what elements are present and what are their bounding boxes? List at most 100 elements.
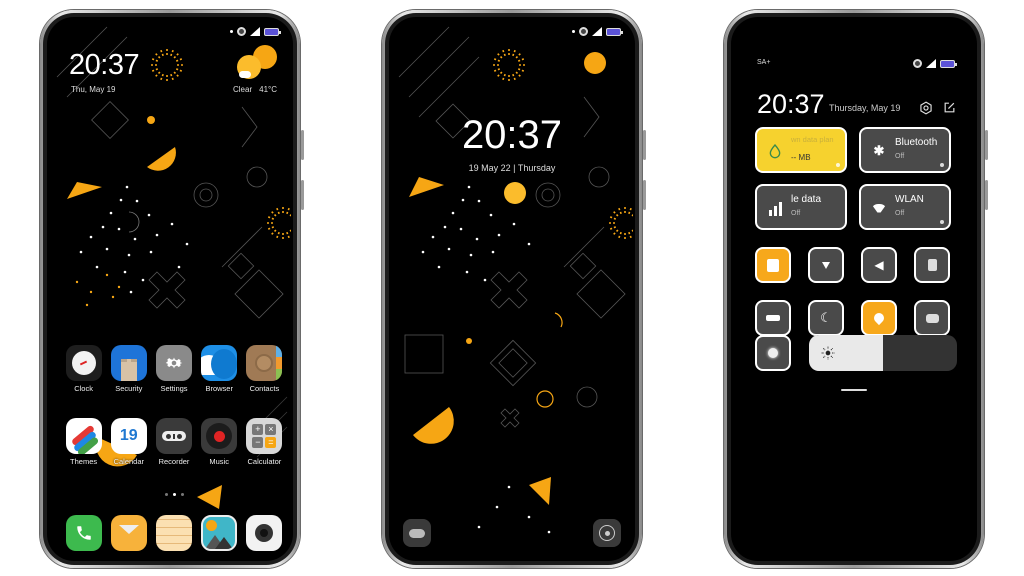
- flashlight-icon: [822, 261, 830, 269]
- screenshot-toggle[interactable]: [914, 247, 950, 283]
- envelope-icon: [110, 515, 147, 551]
- firework-burst: [492, 48, 526, 82]
- app-label: Clock: [74, 384, 93, 393]
- app-themes[interactable]: Themes: [61, 418, 106, 466]
- tile-subtitle: Off: [895, 210, 905, 217]
- status-bar: [572, 27, 623, 36]
- carrier-label: SA+: [757, 59, 771, 66]
- status-bar: [230, 27, 281, 36]
- page-dot-active[interactable]: [173, 493, 176, 496]
- camera-icon: [246, 515, 283, 551]
- app-label: Contacts: [249, 384, 280, 393]
- auto-brightness-toggle[interactable]: [755, 335, 791, 371]
- sound-toggle[interactable]: ◀: [861, 247, 897, 283]
- drag-handle[interactable]: [841, 389, 867, 391]
- gear-icon: [155, 345, 192, 381]
- power-button: [301, 180, 304, 210]
- bluetooth-icon: ✱: [873, 143, 885, 158]
- edit-icon[interactable]: [943, 101, 956, 114]
- camera-shortcut-button[interactable]: [593, 519, 621, 547]
- tile-title: le data: [791, 194, 822, 205]
- app-clock[interactable]: Clock: [61, 345, 106, 393]
- signal-icon: [592, 27, 602, 36]
- app-label: Calendar: [113, 457, 144, 466]
- dock-camera[interactable]: [242, 515, 287, 551]
- notification-dot: [230, 30, 233, 33]
- gallery-icon: [201, 515, 238, 551]
- bluetooth-tile[interactable]: ✱ Bluetooth Off: [859, 127, 951, 173]
- alarm-status-icon: [913, 59, 922, 68]
- app-label: Themes: [70, 457, 98, 466]
- volume-button: [985, 130, 988, 160]
- calendar-icon: 19: [110, 418, 147, 454]
- signal-icon: [250, 27, 260, 36]
- tile-title: WLAN: [895, 194, 924, 205]
- wallpaper: [398, 26, 633, 534]
- dock-notes[interactable]: [151, 515, 196, 551]
- dock-messages[interactable]: [106, 515, 151, 551]
- water-drop-icon: [769, 143, 781, 159]
- dark-mode-toggle[interactable]: ☾: [808, 300, 844, 336]
- app-security[interactable]: Security: [106, 345, 151, 393]
- vinyl-icon: [201, 418, 238, 454]
- airplane-mode-toggle[interactable]: [755, 300, 791, 336]
- weather-widget[interactable]: Clear 41°C: [233, 85, 277, 94]
- app-label: Browser: [205, 384, 233, 393]
- app-calculator[interactable]: + × − = Calculator: [242, 418, 287, 466]
- vibrate-toggle[interactable]: [755, 247, 791, 283]
- app-music[interactable]: Music: [197, 418, 242, 466]
- tile-expand-dot[interactable]: [940, 163, 944, 167]
- themes-icon: [65, 418, 102, 454]
- battery-icon: [940, 59, 957, 68]
- signal-bars-icon: [767, 200, 783, 216]
- location-toggle[interactable]: [861, 300, 897, 336]
- app-settings[interactable]: Settings: [151, 345, 196, 393]
- cc-clock: 20:37: [757, 89, 825, 119]
- clock-widget-time[interactable]: 20:37: [69, 49, 140, 82]
- wlan-tile[interactable]: WLAN Off: [859, 184, 951, 230]
- airplane-icon: [766, 315, 780, 321]
- app-calendar[interactable]: 19 Calendar: [106, 418, 151, 466]
- control-center: SA+ 20:37 Thursday, May 19 wn data plan …: [731, 17, 977, 561]
- app-label: Security: [115, 384, 143, 393]
- calculator-icon: + × − =: [246, 418, 283, 454]
- dock-gallery[interactable]: [197, 515, 242, 551]
- mobile-data-tile[interactable]: le data Off: [755, 184, 847, 230]
- clock-icon: [65, 345, 102, 381]
- sun-cloud-icon[interactable]: [237, 45, 277, 83]
- page-dot[interactable]: [181, 493, 184, 496]
- app-contacts[interactable]: Contacts: [242, 345, 287, 393]
- home-screen: 20:37 Thu, May 19 Clear 41°C Clock Secur…: [47, 17, 293, 561]
- power-button: [985, 180, 988, 210]
- vibrate-icon: [767, 258, 779, 272]
- phone-control-center: SA+ 20:37 Thursday, May 19 wn data plan …: [724, 10, 988, 568]
- weather-shortcut-button[interactable]: [403, 519, 431, 547]
- tile-expand-dot[interactable]: [836, 163, 840, 167]
- reading-mode-toggle[interactable]: [914, 300, 950, 336]
- camera-shutter-icon: [599, 525, 615, 541]
- app-browser[interactable]: Browser: [197, 345, 242, 393]
- page-indicator[interactable]: [165, 493, 184, 496]
- page-dot[interactable]: [165, 493, 168, 496]
- contacts-book-icon: [246, 345, 283, 381]
- app-recorder[interactable]: Recorder: [151, 418, 196, 466]
- tile-expand-dot[interactable]: [940, 220, 944, 224]
- moon-icon: ☾: [820, 310, 832, 325]
- signal-icon: [926, 59, 936, 68]
- settings-gear-icon[interactable]: [919, 101, 933, 115]
- tile-subtitle: Off: [791, 210, 801, 217]
- firework-burst: [608, 206, 633, 240]
- lock-clock: 20:37: [461, 113, 563, 157]
- dock-phone[interactable]: [61, 515, 106, 551]
- eye-comfort-icon: [925, 313, 939, 323]
- brightness-slider[interactable]: [809, 335, 957, 371]
- tile-subtitle: Off: [895, 153, 905, 160]
- volume-button: [301, 130, 304, 160]
- app-grid-row-1: Clock Security Settings Browser Contacts: [61, 345, 287, 393]
- screenshot-icon: [927, 259, 937, 271]
- data-plan-tile[interactable]: wn data plan -- MB: [755, 127, 847, 173]
- phone-home-screen: 20:37 Thu, May 19 Clear 41°C Clock Secur…: [40, 10, 304, 568]
- flashlight-toggle[interactable]: [808, 247, 844, 283]
- battery-icon: [606, 27, 623, 36]
- firework-burst: [266, 206, 291, 240]
